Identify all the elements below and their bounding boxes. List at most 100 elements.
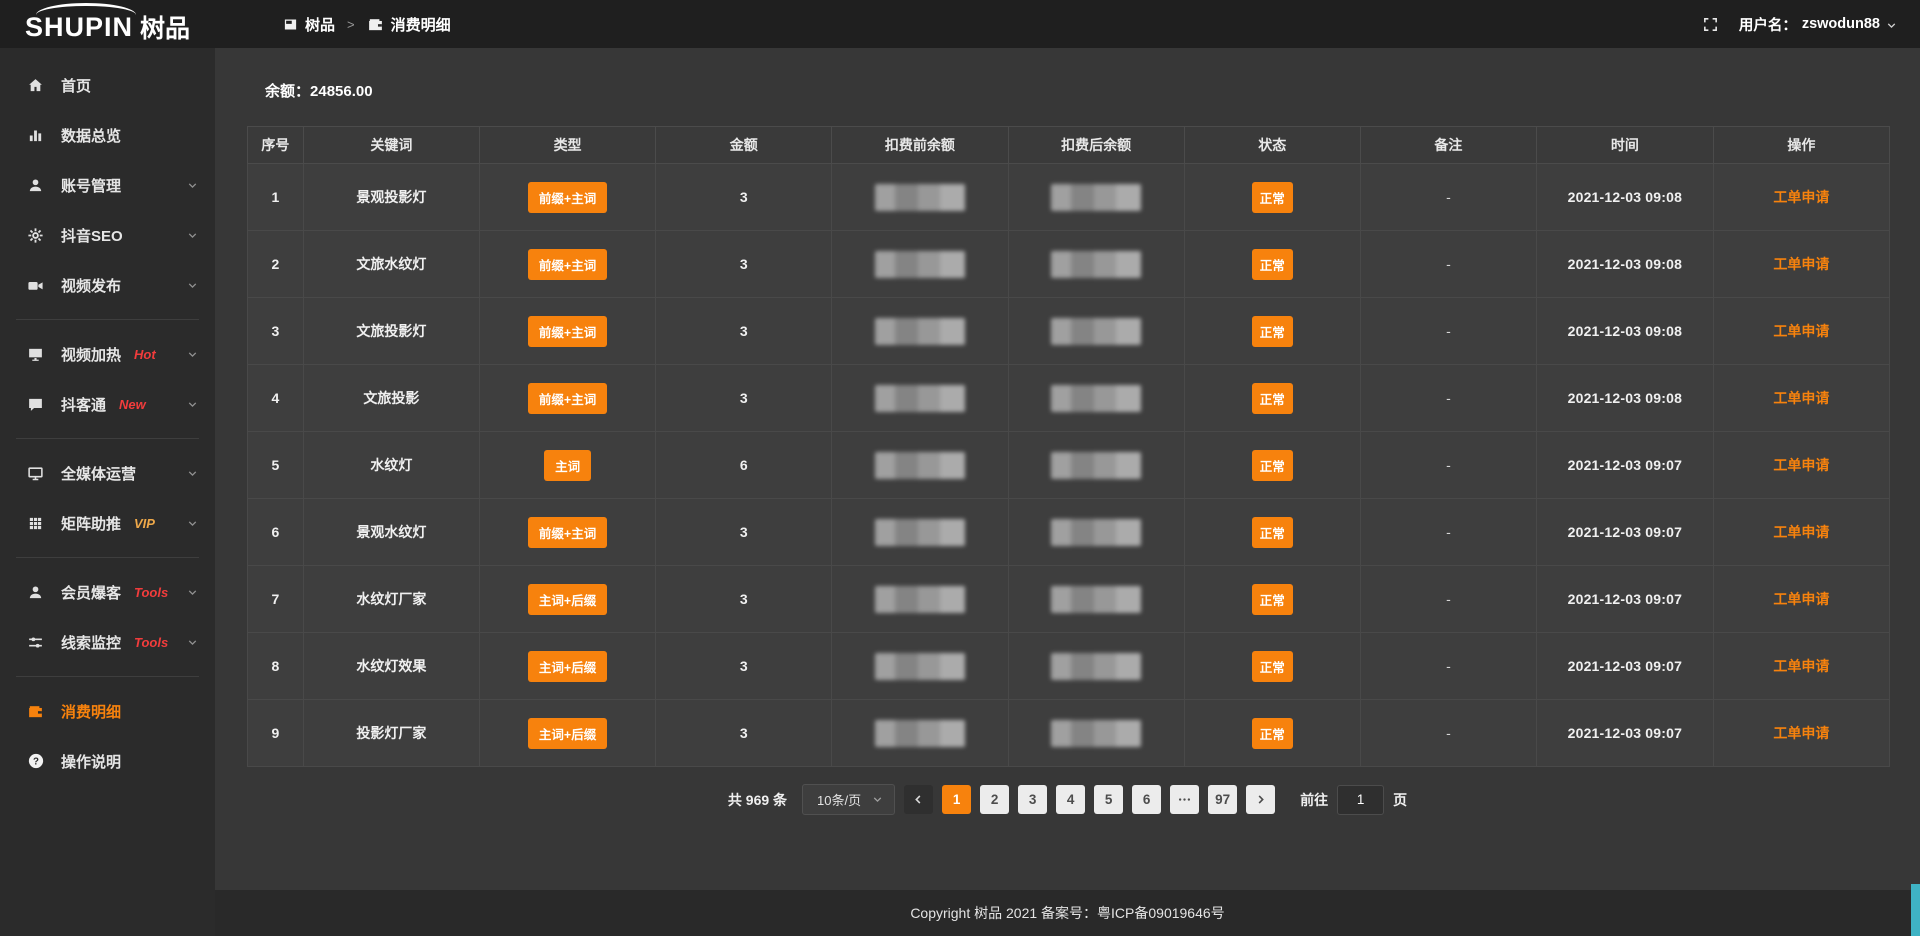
- cell-time: 2021-12-03 09:07: [1537, 432, 1714, 499]
- column-header: 类型: [479, 127, 655, 164]
- sidebar-item-member-burst[interactable]: 会员爆客Tools: [0, 567, 215, 617]
- chevron-down-icon[interactable]: [186, 517, 199, 530]
- sidebar-item-consumption-detail[interactable]: 消费明细: [0, 686, 215, 736]
- chevron-down-icon[interactable]: [186, 348, 199, 361]
- logo-arc: [36, 3, 136, 15]
- cell-type: 前缀+主词: [479, 365, 655, 432]
- table-row: 7水纹灯厂家主词+后缀3正常-2021-12-03 09:07工单申请: [248, 566, 1890, 633]
- chevron-down-icon[interactable]: [186, 467, 199, 480]
- cell-amount: 3: [656, 566, 832, 633]
- table-row: 5水纹灯主词6正常-2021-12-03 09:07工单申请: [248, 432, 1890, 499]
- cell-status: 正常: [1184, 365, 1360, 432]
- sidebar-item-instructions[interactable]: ?操作说明: [0, 736, 215, 786]
- question-icon: ?: [27, 752, 46, 770]
- page-button-4[interactable]: 4: [1056, 785, 1085, 814]
- page-size-select[interactable]: 10条/页: [802, 784, 895, 815]
- cell-keyword: 文旅水纹灯: [303, 231, 479, 298]
- status-badge: 正常: [1252, 249, 1293, 280]
- status-badge: 正常: [1252, 584, 1293, 615]
- fullscreen-icon[interactable]: [1702, 16, 1719, 33]
- work-order-link[interactable]: 工单申请: [1773, 390, 1829, 406]
- cell-action: 工单申请: [1713, 633, 1889, 700]
- user-menu[interactable]: 用户名： zswodun88: [1739, 14, 1898, 35]
- breadcrumb-item-home[interactable]: 树品: [283, 14, 335, 35]
- table-row: 9投影灯厂家主词+后缀3正常-2021-12-03 09:07工单申请: [248, 700, 1890, 767]
- cell-amount: 6: [656, 432, 832, 499]
- prev-page-button[interactable]: [904, 785, 933, 814]
- table-row: 4文旅投影前缀+主词3正常-2021-12-03 09:08工单申请: [248, 365, 1890, 432]
- type-badge: 主词+后缀: [528, 718, 607, 749]
- page-button-3[interactable]: 3: [1018, 785, 1047, 814]
- cell-index: 2: [248, 231, 304, 298]
- cell-balance-before: [832, 231, 1008, 298]
- page-button-1[interactable]: 1: [942, 785, 971, 814]
- table-row: 8水纹灯效果主词+后缀3正常-2021-12-03 09:07工单申请: [248, 633, 1890, 700]
- page-size-value: 10条/页: [817, 790, 861, 809]
- sidebar-item-label: 全媒体运营: [61, 463, 136, 484]
- blurred-balance: [875, 251, 965, 278]
- sidebar-item-label: 矩阵助推: [61, 513, 121, 534]
- work-order-link[interactable]: 工单申请: [1773, 591, 1829, 607]
- chevron-down-icon[interactable]: [186, 398, 199, 411]
- blurred-balance: [1051, 318, 1141, 345]
- cell-balance-before: [832, 700, 1008, 767]
- sidebar-item-media-operation[interactable]: 全媒体运营: [0, 448, 215, 498]
- page-button-5[interactable]: 5: [1094, 785, 1123, 814]
- work-order-link[interactable]: 工单申请: [1773, 725, 1829, 741]
- grid-icon: [27, 515, 46, 532]
- column-header: 序号: [248, 127, 304, 164]
- cell-amount: 3: [656, 499, 832, 566]
- cell-index: 9: [248, 700, 304, 767]
- chevron-down-icon[interactable]: [186, 279, 199, 292]
- page-button-6[interactable]: 6: [1132, 785, 1161, 814]
- work-order-link[interactable]: 工单申请: [1773, 189, 1829, 205]
- cell-balance-after: [1008, 231, 1184, 298]
- balance: 余额：24856.00: [265, 80, 1920, 101]
- work-order-link[interactable]: 工单申请: [1773, 457, 1829, 473]
- status-badge: 正常: [1252, 651, 1293, 682]
- breadcrumb-item-consumption-detail[interactable]: 消费明细: [367, 14, 451, 35]
- blurred-balance: [1051, 720, 1141, 747]
- work-order-link[interactable]: 工单申请: [1773, 524, 1829, 540]
- work-order-link[interactable]: 工单申请: [1773, 323, 1829, 339]
- goto-page-input[interactable]: [1337, 785, 1384, 815]
- sidebar-item-home[interactable]: 首页: [0, 60, 215, 110]
- chevron-down-icon[interactable]: [186, 636, 199, 649]
- cell-keyword: 景观水纹灯: [303, 499, 479, 566]
- next-page-button[interactable]: [1246, 785, 1275, 814]
- cell-balance-before: [832, 164, 1008, 231]
- cell-action: 工单申请: [1713, 700, 1889, 767]
- sidebar-item-video-heat[interactable]: 视频加热Hot: [0, 329, 215, 379]
- cell-action: 工单申请: [1713, 298, 1889, 365]
- cell-balance-before: [832, 365, 1008, 432]
- page-button-2[interactable]: 2: [980, 785, 1009, 814]
- topbar: SHUPIN 树品 树品>消费明细 用户名： zswodun88: [0, 0, 1920, 48]
- sidebar-item-video-publish[interactable]: 视频发布: [0, 260, 215, 310]
- sidebar-divider: [16, 676, 199, 677]
- page-button-97[interactable]: 97: [1208, 785, 1237, 814]
- sidebar-item-matrix-boost[interactable]: 矩阵助推VIP: [0, 498, 215, 548]
- work-order-link[interactable]: 工单申请: [1773, 658, 1829, 674]
- sidebar-item-douketong[interactable]: 抖客通New: [0, 379, 215, 429]
- cell-index: 7: [248, 566, 304, 633]
- sidebar-item-clue-monitor[interactable]: 线索监控Tools: [0, 617, 215, 667]
- scrollbar-thumb[interactable]: [1911, 884, 1920, 936]
- chevron-down-icon[interactable]: [186, 229, 199, 242]
- work-order-link[interactable]: 工单申请: [1773, 256, 1829, 272]
- chat-icon: [27, 396, 46, 413]
- cell-type: 主词+后缀: [479, 633, 655, 700]
- breadcrumb: 树品>消费明细: [283, 14, 451, 35]
- cell-time: 2021-12-03 09:08: [1537, 298, 1714, 365]
- cell-type: 前缀+主词: [479, 231, 655, 298]
- cell-balance-after: [1008, 365, 1184, 432]
- bar-chart-icon: [27, 127, 46, 144]
- sidebar-item-data-overview[interactable]: 数据总览: [0, 110, 215, 160]
- chevron-down-icon[interactable]: [186, 586, 199, 599]
- cell-index: 8: [248, 633, 304, 700]
- sidebar-item-account-manage[interactable]: 账号管理: [0, 160, 215, 210]
- chevron-down-icon[interactable]: [186, 179, 199, 192]
- copyright-text: Copyright 树品 2021 备案号：粤ICP备09019646号: [910, 903, 1224, 923]
- more-pages-button[interactable]: [1170, 785, 1199, 814]
- app-logo[interactable]: SHUPIN 树品: [0, 0, 215, 48]
- sidebar-item-douyin-seo[interactable]: 抖音SEO: [0, 210, 215, 260]
